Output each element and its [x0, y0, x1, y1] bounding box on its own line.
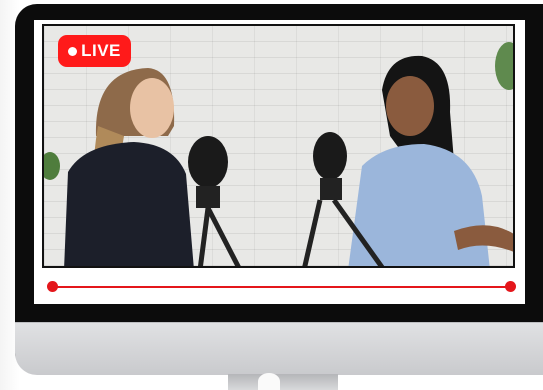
progress-end-handle[interactable] — [505, 281, 516, 292]
guest-right-figure — [348, 55, 513, 266]
live-badge-label: LIVE — [81, 41, 121, 60]
plant-icon — [44, 152, 60, 180]
plant-icon — [495, 42, 513, 90]
video-progress-bar[interactable] — [47, 281, 516, 292]
host-left-figure — [64, 68, 194, 266]
apple-logo-icon — [258, 373, 280, 390]
live-badge: LIVE — [58, 35, 131, 67]
monitor-chin — [15, 322, 543, 375]
monitor-stand — [228, 374, 338, 390]
microphone-icon — [188, 136, 241, 266]
monitor-screen: LIVE — [34, 20, 525, 304]
progress-start-handle[interactable] — [47, 281, 58, 292]
video-progress-fill — [52, 286, 511, 288]
live-video-frame[interactable]: LIVE — [42, 24, 515, 268]
live-dot-icon — [68, 46, 78, 56]
